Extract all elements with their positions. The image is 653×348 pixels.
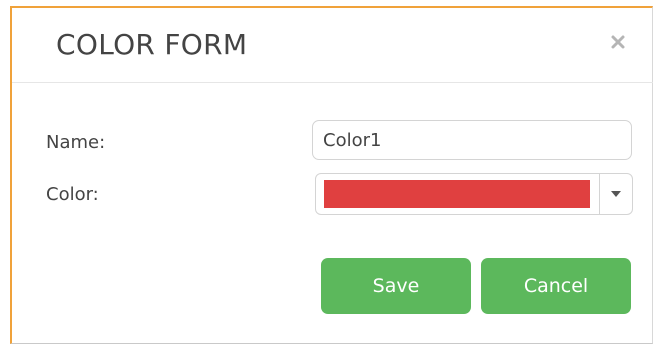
color-label: Color: xyxy=(46,184,99,205)
dialog-title: COLOR FORM xyxy=(56,28,248,61)
dialog-header: COLOR FORM xyxy=(12,8,653,83)
close-button[interactable] xyxy=(608,32,628,52)
cancel-button[interactable]: Cancel xyxy=(481,258,631,314)
color-form-dialog: COLOR FORM Name: Color: Save Cancel xyxy=(10,6,653,344)
page: COLOR FORM Name: Color: Save Cancel xyxy=(0,0,653,348)
chevron-down-icon xyxy=(611,191,621,197)
save-button[interactable]: Save xyxy=(321,258,471,314)
color-picker[interactable] xyxy=(315,173,633,215)
name-input[interactable] xyxy=(312,120,632,160)
name-label: Name: xyxy=(46,132,106,153)
close-icon xyxy=(611,35,625,49)
color-swatch[interactable] xyxy=(324,180,590,208)
color-dropdown-button[interactable] xyxy=(600,174,632,214)
